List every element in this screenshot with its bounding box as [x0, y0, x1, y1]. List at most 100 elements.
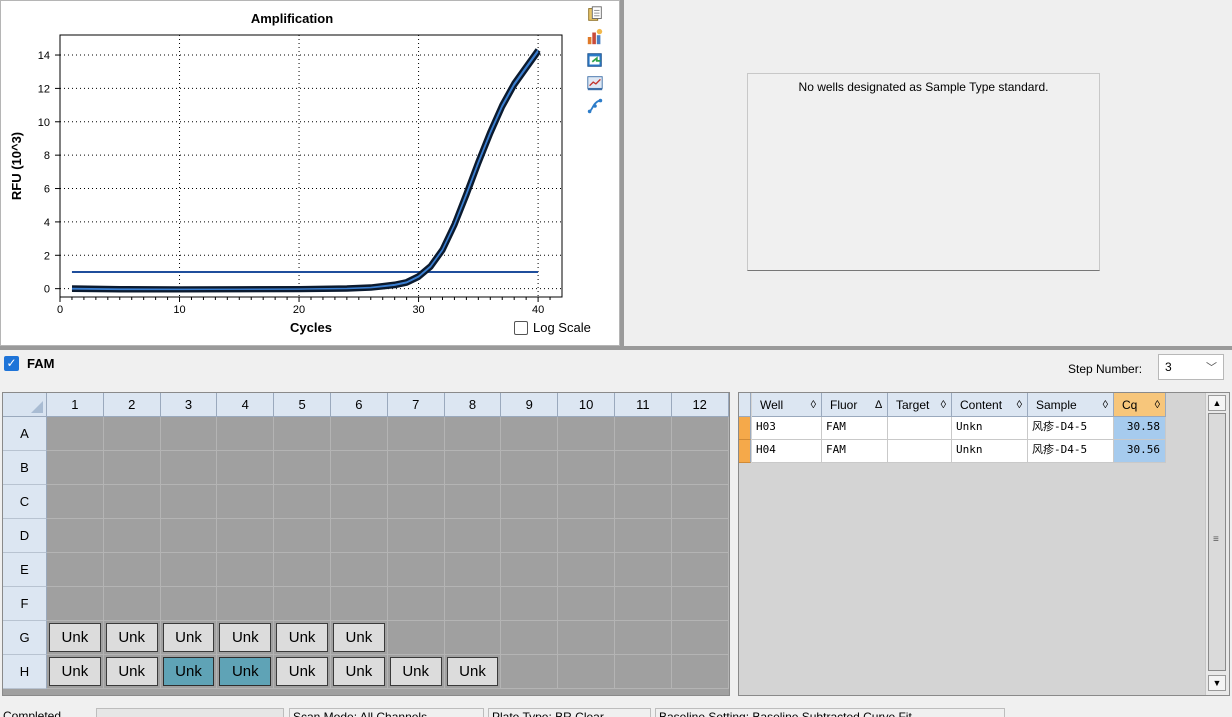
plate-cell[interactable] — [103, 553, 161, 587]
plate-column-header[interactable]: 1 — [47, 393, 104, 417]
sort-icon[interactable]: ∆ — [875, 393, 882, 417]
plate-row-header[interactable]: A — [3, 417, 47, 451]
plate-cell[interactable] — [103, 519, 161, 553]
plate-cell[interactable] — [558, 655, 615, 689]
plate-row-header[interactable]: C — [3, 485, 47, 519]
plate-cell[interactable] — [274, 519, 331, 553]
plate-cell[interactable] — [615, 587, 672, 621]
plate-cell[interactable] — [331, 417, 388, 451]
plate-cell[interactable] — [444, 519, 502, 553]
plate-cell[interactable] — [217, 553, 275, 587]
table-cell[interactable]: 风疹-D4-5 — [1028, 417, 1114, 440]
plate-cell[interactable] — [558, 519, 615, 553]
plate-cell[interactable] — [671, 621, 729, 655]
plate-column-header[interactable]: 9 — [501, 393, 559, 417]
plate-cell[interactable] — [558, 417, 615, 451]
plate-cell[interactable] — [615, 451, 672, 485]
plate-cell[interactable] — [671, 553, 729, 587]
plate-well[interactable]: Unk — [49, 657, 101, 686]
log-scale-toggle[interactable]: Log Scale — [514, 320, 591, 335]
plate-cell[interactable] — [387, 587, 445, 621]
plate-cell[interactable] — [274, 451, 331, 485]
scroll-down-icon[interactable]: ▼ — [1208, 675, 1226, 691]
table-row-marker[interactable] — [739, 417, 751, 440]
plate-well[interactable]: Unk — [162, 657, 215, 686]
plate-column-header[interactable]: 10 — [558, 393, 615, 417]
plate-well[interactable]: Unk — [333, 623, 385, 652]
plate-row-header[interactable]: H — [3, 655, 47, 689]
refresh-icon[interactable] — [585, 51, 605, 69]
plate-cell[interactable] — [501, 655, 559, 689]
sort-icon[interactable]: ◊ — [1017, 393, 1022, 417]
table-cell[interactable]: FAM — [822, 440, 888, 463]
plate-cell[interactable] — [671, 587, 729, 621]
plate-column-header[interactable]: 7 — [387, 393, 445, 417]
plate-cell[interactable] — [160, 519, 218, 553]
plate-cell[interactable] — [444, 553, 502, 587]
plate-cell[interactable] — [47, 553, 104, 587]
plate-well[interactable]: Unk — [219, 657, 272, 686]
plate-row-header[interactable]: G — [3, 621, 47, 655]
plate-cell[interactable] — [47, 451, 104, 485]
plate-column-header[interactable]: 4 — [217, 393, 275, 417]
plate-well[interactable]: Unk — [333, 657, 385, 686]
table-cell[interactable]: H04 — [752, 440, 822, 463]
plate-row-header[interactable]: D — [3, 519, 47, 553]
plate-cell[interactable] — [387, 519, 445, 553]
plate-cell[interactable] — [217, 451, 275, 485]
table-cell[interactable] — [888, 440, 952, 463]
plate-cell[interactable] — [217, 485, 275, 519]
plate-cell[interactable] — [444, 451, 502, 485]
plate-column-header[interactable]: 2 — [103, 393, 161, 417]
sort-icon[interactable]: ◊ — [941, 393, 946, 417]
plate-cell[interactable] — [615, 417, 672, 451]
vertical-scrollbar[interactable]: ▲ ≡ ▼ — [1205, 393, 1229, 695]
plate-cell[interactable] — [217, 417, 275, 451]
plate-cell[interactable] — [274, 587, 331, 621]
plate-cell[interactable] — [444, 485, 502, 519]
plate-select-all[interactable] — [3, 393, 47, 417]
plate-cell[interactable] — [47, 519, 104, 553]
plate-cell[interactable] — [160, 553, 218, 587]
scrollbar-thumb[interactable]: ≡ — [1208, 413, 1226, 671]
scroll-up-icon[interactable]: ▲ — [1208, 395, 1226, 411]
plate-well[interactable]: Unk — [389, 657, 442, 686]
plate-cell[interactable] — [387, 621, 445, 655]
plate-cell[interactable] — [274, 553, 331, 587]
fam-checkbox[interactable]: ✓ — [4, 356, 19, 371]
plate-column-header[interactable]: 12 — [671, 393, 729, 417]
plate-cell[interactable] — [444, 417, 502, 451]
plate-cell[interactable] — [160, 587, 218, 621]
table-cell[interactable]: Unkn — [952, 417, 1028, 440]
plate-row-header[interactable]: E — [3, 553, 47, 587]
plate-row-header[interactable]: B — [3, 451, 47, 485]
plate-cell[interactable] — [331, 519, 388, 553]
plate-cell[interactable] — [103, 451, 161, 485]
table-header-fluor[interactable]: Fluor ∆ — [822, 393, 888, 417]
plate-cell[interactable] — [671, 655, 729, 689]
export-chart-icon[interactable] — [585, 28, 605, 46]
plate-cell[interactable] — [274, 417, 331, 451]
plate-cell[interactable] — [387, 485, 445, 519]
plate-cell[interactable] — [501, 485, 559, 519]
plate-cell[interactable] — [501, 587, 559, 621]
table-row-marker[interactable] — [739, 440, 751, 463]
table-cell[interactable] — [888, 417, 952, 440]
plate-cell[interactable] — [331, 451, 388, 485]
chart-settings-icon[interactable] — [585, 74, 605, 92]
plate-cell[interactable] — [387, 417, 445, 451]
plate-cell[interactable] — [615, 519, 672, 553]
plate-cell[interactable] — [444, 587, 502, 621]
plate-column-header[interactable]: 8 — [444, 393, 502, 417]
plate-well[interactable]: Unk — [276, 657, 328, 686]
plate-cell[interactable] — [558, 485, 615, 519]
plate-cell[interactable] — [615, 655, 672, 689]
plate-cell[interactable] — [558, 621, 615, 655]
plate-well[interactable]: Unk — [446, 657, 499, 686]
plate-cell[interactable] — [671, 451, 729, 485]
plate-cell[interactable] — [558, 451, 615, 485]
plate-cell[interactable] — [160, 417, 218, 451]
plate-column-header[interactable]: 11 — [615, 393, 672, 417]
plate-cell[interactable] — [103, 587, 161, 621]
plate-cell[interactable] — [558, 553, 615, 587]
